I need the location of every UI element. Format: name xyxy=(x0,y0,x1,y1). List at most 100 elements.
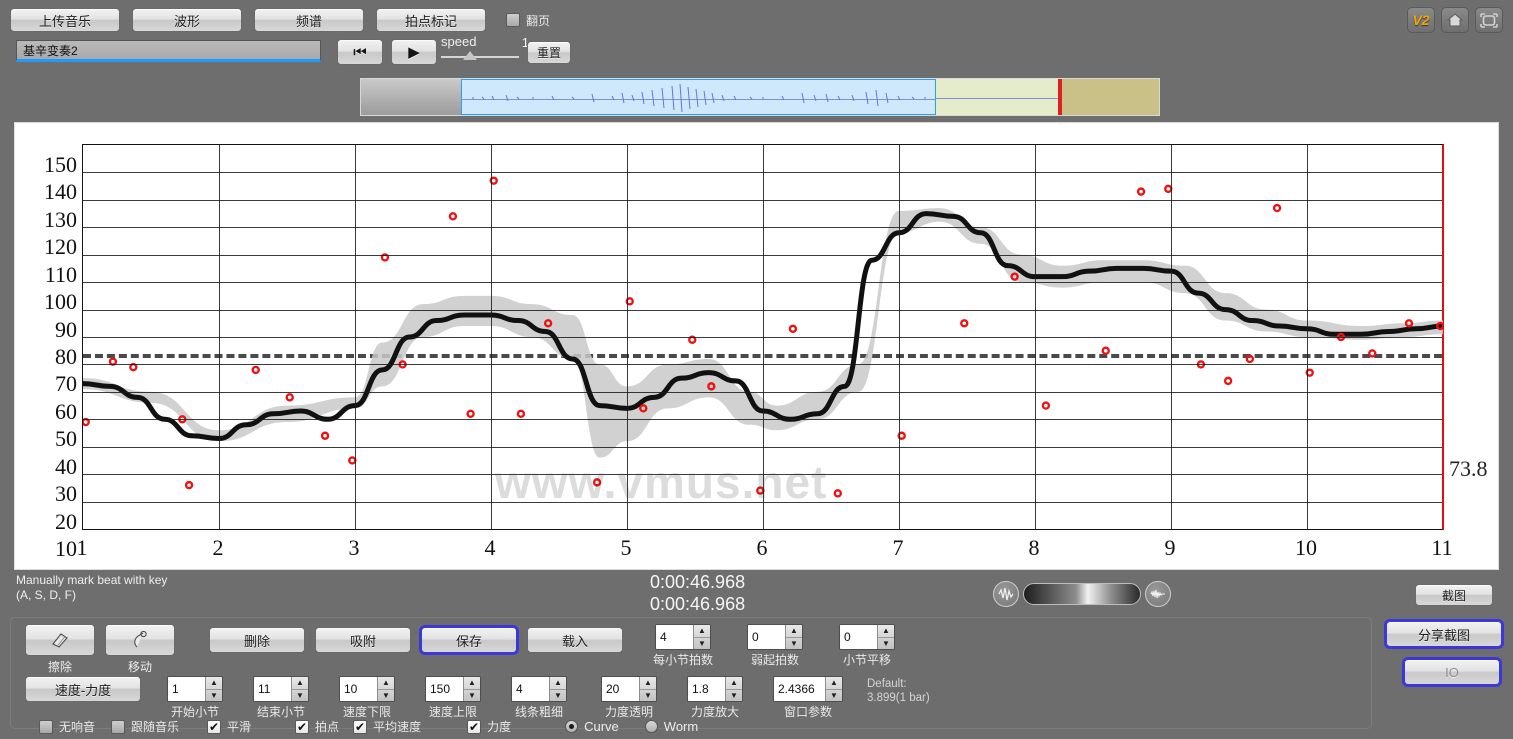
spinner-up-icon[interactable]: ▲ xyxy=(786,625,802,638)
beat-point[interactable] xyxy=(1225,378,1231,384)
spinner-up-icon[interactable]: ▲ xyxy=(550,677,566,690)
beat-point[interactable] xyxy=(1274,205,1280,211)
overview-playhead[interactable] xyxy=(1058,79,1062,115)
spinner-down-icon[interactable]: ▼ xyxy=(464,690,480,702)
song-title-input[interactable]: 基辛变奏2 xyxy=(16,40,321,62)
rewind-button[interactable]: ⏮ xyxy=(337,39,383,65)
spinner-arrows[interactable]: ▲ ▼ xyxy=(825,677,842,701)
spinner-down-icon[interactable]: ▼ xyxy=(206,690,222,702)
share-screenshot-button[interactable]: 分享截图 xyxy=(1386,621,1502,647)
waveform-icon[interactable] xyxy=(993,581,1019,607)
smooth-checkbox[interactable]: ✔ 平滑 xyxy=(207,718,251,735)
beat-point[interactable] xyxy=(1138,189,1144,195)
spinner-arrows[interactable]: ▲ ▼ xyxy=(639,677,656,701)
upload-music-button[interactable]: 上传音乐 xyxy=(10,8,120,32)
waveform-button[interactable]: 波形 xyxy=(132,8,242,32)
spinner-down-icon[interactable]: ▼ xyxy=(726,690,742,702)
window-param-value[interactable]: 2.4366 xyxy=(774,677,825,701)
spinner-down-icon[interactable]: ▼ xyxy=(640,690,656,702)
spinner-arrows[interactable]: ▲ ▼ xyxy=(205,677,222,701)
spinner-down-icon[interactable]: ▼ xyxy=(378,690,394,702)
dynamics-alpha-value[interactable]: 20 xyxy=(602,677,639,701)
tempo-min-spinner[interactable]: 10 ▲ ▼ 速度下限 xyxy=(339,676,395,702)
overview-tail-region[interactable] xyxy=(1061,79,1159,115)
spinner-down-icon[interactable]: ▼ xyxy=(292,690,308,702)
beat-point[interactable] xyxy=(835,490,841,496)
waveform-end-icon[interactable] xyxy=(1145,581,1171,607)
save-button[interactable]: 保存 xyxy=(421,627,517,653)
spinner-up-icon[interactable]: ▲ xyxy=(726,677,742,690)
window-param-spinner[interactable]: 2.4366 ▲ ▼ 窗口参数 xyxy=(773,676,843,702)
beats-checkbox[interactable]: ✔ 拍点 xyxy=(295,718,339,735)
spinner-arrows[interactable]: ▲ ▼ xyxy=(693,625,710,649)
fullscreen-button[interactable] xyxy=(1475,7,1503,33)
tempo-min-value[interactable]: 10 xyxy=(340,677,377,701)
overview-secondary-region[interactable] xyxy=(936,79,1058,115)
snap-button[interactable]: 吸附 xyxy=(315,627,411,653)
beat-point[interactable] xyxy=(1103,348,1109,354)
beat-point[interactable] xyxy=(1369,350,1375,356)
average-tempo-checkbox[interactable]: ✔ 平均速度 xyxy=(353,718,421,735)
pickup-beats-value[interactable]: 0 xyxy=(748,625,785,649)
speed-dynamics-button[interactable]: 速度-力度 xyxy=(25,676,141,702)
beat-mark-button[interactable]: 拍点标记 xyxy=(376,8,486,32)
spinner-arrows[interactable]: ▲ ▼ xyxy=(785,625,802,649)
erase-tool-button[interactable] xyxy=(25,624,95,656)
spinner-down-icon[interactable]: ▼ xyxy=(826,690,842,702)
spinner-arrows[interactable]: ▲ ▼ xyxy=(377,677,394,701)
start-bar-spinner[interactable]: 1 ▲ ▼ 开始小节 xyxy=(167,676,223,702)
spinner-arrows[interactable]: ▲ ▼ xyxy=(463,677,480,701)
spinner-arrows[interactable]: ▲ ▼ xyxy=(549,677,566,701)
overview-selection-region[interactable] xyxy=(461,79,936,115)
dynamics-gain-value[interactable]: 1.8 xyxy=(688,677,725,701)
beat-point[interactable] xyxy=(287,394,293,400)
beat-point[interactable] xyxy=(253,367,259,373)
spinner-up-icon[interactable]: ▲ xyxy=(378,677,394,690)
spinner-up-icon[interactable]: ▲ xyxy=(464,677,480,690)
beat-point[interactable] xyxy=(790,326,796,332)
pickup-beats-spinner[interactable]: 0 ▲ ▼ 弱起拍数 xyxy=(747,624,803,650)
spinner-arrows[interactable]: ▲ ▼ xyxy=(291,677,308,701)
move-tool[interactable]: 移动 xyxy=(105,624,175,656)
beat-point[interactable] xyxy=(961,320,967,326)
spinner-down-icon[interactable]: ▼ xyxy=(786,638,802,650)
beat-point[interactable] xyxy=(1043,403,1049,409)
beat-point[interactable] xyxy=(1406,320,1412,326)
delete-button[interactable]: 删除 xyxy=(209,627,305,653)
speed-slider-track[interactable] xyxy=(441,56,519,58)
curve-radio[interactable]: Curve xyxy=(565,719,619,734)
capture-button[interactable]: 截图 xyxy=(1415,584,1493,606)
follow-music-checkbox[interactable]: 跟随音乐 xyxy=(111,718,179,735)
beat-point[interactable] xyxy=(1012,274,1018,280)
tempo-max-value[interactable]: 150 xyxy=(426,677,463,701)
spinner-arrows[interactable]: ▲ ▼ xyxy=(877,625,894,649)
spinner-up-icon[interactable]: ▲ xyxy=(878,625,894,638)
spinner-up-icon[interactable]: ▲ xyxy=(206,677,222,690)
spinner-down-icon[interactable]: ▼ xyxy=(550,690,566,702)
beat-point[interactable] xyxy=(450,213,456,219)
load-button[interactable]: 载入 xyxy=(527,627,623,653)
end-bar-spinner[interactable]: 11 ▲ ▼ 结束小节 xyxy=(253,676,309,702)
speed-slider-thumb[interactable] xyxy=(463,51,477,60)
move-tool-button[interactable] xyxy=(105,624,175,656)
no-sound-checkbox[interactable]: 无响音 xyxy=(39,718,95,735)
beat-point[interactable] xyxy=(545,320,551,326)
beat-point[interactable] xyxy=(322,433,328,439)
beat-point[interactable] xyxy=(708,383,714,389)
overview-waveform-strip[interactable] xyxy=(360,78,1160,116)
end-bar-value[interactable]: 11 xyxy=(254,677,291,701)
volume-control[interactable] xyxy=(993,580,1171,608)
beats-per-bar-spinner[interactable]: 4 ▲ ▼ 每小节拍数 xyxy=(655,624,711,650)
reset-button[interactable]: 重置 xyxy=(527,41,571,64)
home-button[interactable] xyxy=(1441,7,1469,33)
bar-offset-value[interactable]: 0 xyxy=(840,625,877,649)
beat-point[interactable] xyxy=(640,405,646,411)
line-width-spinner[interactable]: 4 ▲ ▼ 线条粗细 xyxy=(511,676,567,702)
beat-point[interactable] xyxy=(1437,323,1443,329)
dynamics-alpha-spinner[interactable]: 20 ▲ ▼ 力度透明 xyxy=(601,676,657,702)
spinner-up-icon[interactable]: ▲ xyxy=(694,625,710,638)
spinner-up-icon[interactable]: ▲ xyxy=(292,677,308,690)
beat-point[interactable] xyxy=(186,482,192,488)
version-badge[interactable]: V2 xyxy=(1407,7,1435,33)
line-width-value[interactable]: 4 xyxy=(512,677,549,701)
